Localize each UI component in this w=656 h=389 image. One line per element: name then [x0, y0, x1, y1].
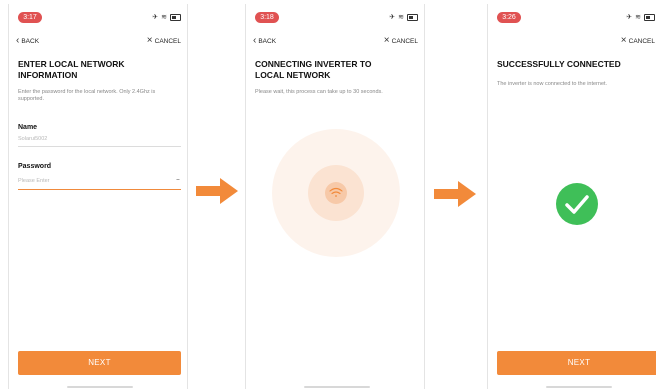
home-indicator [546, 386, 612, 388]
status-time-badge: 3:18 [255, 12, 279, 23]
wifi-icon: ≋ [398, 14, 404, 21]
page-description: The inverter is now connected to the int… [497, 81, 608, 87]
eye-closed-icon[interactable]: ⌣ [176, 177, 180, 184]
cancel-label: CANCEL [628, 37, 655, 45]
page-description: Enter the password for the local network… [18, 89, 156, 102]
wifi-icon: ≋ [161, 14, 167, 21]
cancel-label: CANCEL [391, 37, 418, 45]
next-button[interactable]: NEXT [18, 351, 181, 375]
screen-connecting: 3:18 ✈ ≋ ‹ BACK × CANCEL CONNECTING INVE… [245, 4, 425, 389]
name-label: Name [18, 124, 38, 131]
arrow-right-icon [196, 178, 238, 204]
checkmark-icon [556, 183, 598, 225]
home-indicator [67, 386, 133, 388]
nav-bar: ‹ BACK × CANCEL [16, 36, 181, 48]
cancel-button[interactable]: × CANCEL [621, 36, 655, 46]
name-underline [18, 146, 181, 147]
status-time-badge: 3:17 [18, 12, 42, 23]
page-title: ENTER LOCAL NETWORK INFORMATION [18, 59, 125, 80]
battery-icon [170, 14, 181, 21]
connecting-animation [272, 129, 400, 257]
next-button[interactable]: NEXT [497, 351, 656, 375]
back-label: BACK [21, 37, 40, 45]
screen-success: 3:26 ✈ ≋ × CANCEL SUCCESSFULLY CONNECTED… [487, 4, 656, 389]
back-button[interactable]: ‹ BACK [16, 36, 39, 46]
cancel-label: CANCEL [154, 37, 181, 45]
close-icon: × [146, 35, 153, 46]
screen-enter-network: 3:17 ✈ ≋ ‹ BACK × CANCEL ENTER LOCAL NET… [8, 4, 188, 389]
chevron-left-icon: ‹ [253, 35, 257, 46]
password-label: Password [18, 163, 52, 170]
battery-icon [407, 14, 418, 21]
status-bar: 3:17 ✈ ≋ [18, 12, 181, 24]
back-button[interactable]: ‹ BACK [253, 36, 276, 46]
status-bar: 3:18 ✈ ≋ [255, 12, 418, 24]
status-bar: 3:26 ✈ ≋ [497, 12, 655, 24]
cancel-button[interactable]: × CANCEL [384, 36, 418, 46]
close-icon: × [620, 35, 627, 46]
cancel-button[interactable]: × CANCEL [147, 36, 181, 46]
page-title: SUCCESSFULLY CONNECTED [497, 59, 621, 69]
airplane-icon: ✈ [389, 14, 396, 21]
wifi-icon: ≋ [635, 14, 641, 21]
password-input[interactable]: Please Enter [18, 178, 50, 184]
nav-bar: ‹ BACK × CANCEL [253, 36, 418, 48]
nav-bar: × CANCEL [495, 36, 655, 48]
name-input[interactable]: Solarui5002 [18, 136, 47, 142]
airplane-icon: ✈ [626, 14, 633, 21]
battery-icon [644, 14, 655, 21]
status-time-badge: 3:26 [497, 12, 521, 23]
page-title: CONNECTING INVERTER TO LOCAL NETWORK [255, 59, 372, 80]
chevron-left-icon: ‹ [16, 35, 20, 46]
page-description: Please wait, this process can take up to… [255, 89, 383, 95]
airplane-icon: ✈ [152, 14, 159, 21]
back-label: BACK [258, 37, 277, 45]
password-underline [18, 189, 181, 190]
home-indicator [304, 386, 370, 388]
close-icon: × [383, 35, 390, 46]
arrow-right-icon [434, 181, 476, 207]
